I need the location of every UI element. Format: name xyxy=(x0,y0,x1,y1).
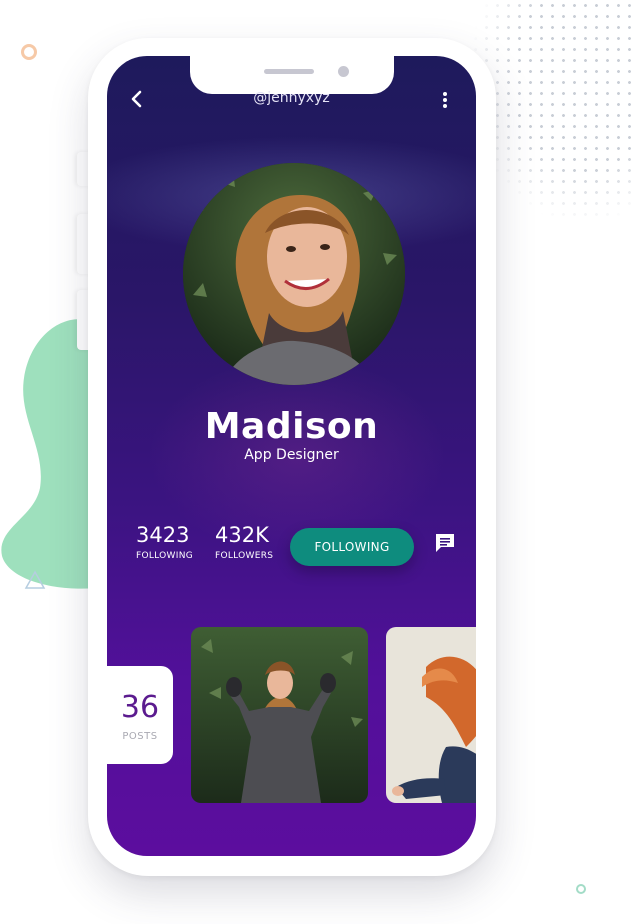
following-button[interactable]: FOLLOWING xyxy=(290,528,414,566)
profile-name: Madison xyxy=(204,406,379,447)
followers-stat[interactable]: 432K FOLLOWERS xyxy=(215,523,273,561)
posts-label: POSTS xyxy=(122,731,158,742)
ring-decoration xyxy=(21,44,37,60)
more-vertical-icon xyxy=(443,92,447,108)
more-options-button[interactable] xyxy=(435,89,455,111)
posts-count-card[interactable]: 36 POSTS xyxy=(107,666,173,764)
profile-role: App Designer xyxy=(244,447,339,463)
message-icon xyxy=(436,534,454,552)
post-thumbnail[interactable] xyxy=(191,627,368,803)
message-button[interactable] xyxy=(433,531,457,555)
profile-handle: @jennyxyz xyxy=(253,90,330,106)
following-stat[interactable]: 3423 FOLLOWING xyxy=(136,523,193,561)
phone-notch xyxy=(190,56,394,94)
profile-screen: @jennyxyz Madison App Designer 3423 FOLL… xyxy=(107,56,476,856)
small-ring-decoration xyxy=(576,884,586,894)
following-label: FOLLOWING xyxy=(136,551,194,561)
avatar-photo xyxy=(183,163,405,385)
triangle-decoration xyxy=(24,570,46,589)
followers-count: 432K xyxy=(215,523,269,547)
profile-avatar[interactable] xyxy=(183,163,405,385)
post-thumbnail[interactable] xyxy=(386,627,476,803)
post-photo xyxy=(191,627,368,803)
following-count: 3423 xyxy=(136,523,190,547)
followers-label: FOLLOWERS xyxy=(215,551,274,561)
speaker xyxy=(264,69,314,74)
camera xyxy=(338,66,349,77)
post-photo xyxy=(386,627,476,803)
posts-count: 36 xyxy=(120,690,160,725)
